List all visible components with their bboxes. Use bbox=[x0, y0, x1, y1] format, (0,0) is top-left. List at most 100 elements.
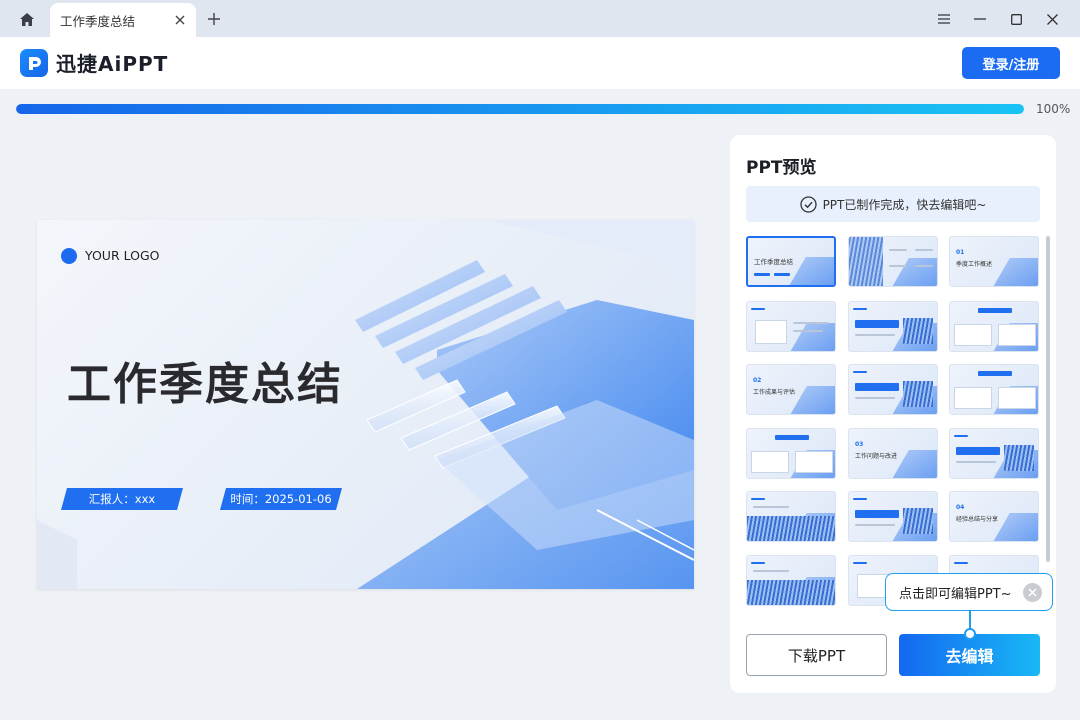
slide-thumbnail[interactable] bbox=[949, 428, 1039, 479]
thumbnail-bar bbox=[853, 371, 867, 373]
go-edit-button[interactable]: 去编辑 bbox=[899, 634, 1040, 676]
thumbnail-bar bbox=[855, 510, 899, 518]
thumbnail-grid: 工作季度总结 01 季度工作概述 02 工作成果与评估 03 工作问题与改进 04 经验总结与分… bbox=[746, 236, 1040, 606]
progress-percent: 100% bbox=[1036, 102, 1071, 116]
notice-text: PPT已制作完成，快去编辑吧~ bbox=[822, 197, 987, 212]
thumbnail-line bbox=[855, 524, 895, 526]
thumbnail-line bbox=[793, 322, 829, 324]
minimize-icon bbox=[974, 18, 986, 20]
thumbnail-line bbox=[889, 265, 907, 267]
slide-thumbnail[interactable] bbox=[746, 301, 836, 352]
maximize-button[interactable] bbox=[1006, 9, 1026, 29]
progress-bar bbox=[16, 104, 1024, 114]
thumbnail-decoration bbox=[889, 258, 937, 286]
thumbnail-title: 经验总结与分享 bbox=[956, 516, 999, 523]
home-button[interactable] bbox=[14, 9, 40, 29]
slide-thumbnail[interactable] bbox=[848, 301, 938, 352]
slide-reporter-tag: 汇报人：xxx bbox=[61, 488, 183, 510]
slide-preview[interactable]: YOUR LOGO 工作季度总结 汇报人：xxx 时间：2025-01-06 bbox=[37, 220, 694, 589]
thumbnail-box bbox=[998, 387, 1036, 409]
slide-thumbnail[interactable]: 04 经验总结与分享 bbox=[949, 491, 1039, 542]
home-icon bbox=[20, 12, 34, 26]
slide-thumbnail[interactable]: 03 工作问题与改进 bbox=[848, 428, 938, 479]
thumbnail-bar bbox=[754, 273, 770, 276]
logo-icon bbox=[20, 48, 48, 77]
maximize-icon bbox=[1010, 13, 1022, 25]
close-window-button[interactable] bbox=[1042, 9, 1062, 29]
thumbnail-bar bbox=[751, 562, 765, 564]
thumbnail-number: 03 bbox=[855, 441, 864, 448]
app-header: 迅捷AiPPT 登录/注册 bbox=[0, 37, 1080, 89]
thumbnail-bar bbox=[855, 320, 899, 328]
thumbnail-image bbox=[903, 508, 933, 534]
slide-logo-icon bbox=[61, 248, 77, 264]
title-bar: 工作季度总结 bbox=[0, 0, 1080, 37]
thumbnail-bar bbox=[956, 447, 1000, 455]
thumbnail-number: 04 bbox=[956, 504, 965, 511]
thumbnail-bar bbox=[751, 498, 765, 500]
slide-thumbnail[interactable] bbox=[949, 364, 1039, 415]
thumbnail-decoration bbox=[786, 257, 834, 285]
slide-thumbnail[interactable] bbox=[949, 301, 1039, 352]
minimize-button[interactable] bbox=[970, 9, 990, 29]
login-register-button[interactable]: 登录/注册 bbox=[962, 47, 1060, 79]
close-icon bbox=[175, 15, 185, 25]
app-logo[interactable]: 迅捷AiPPT bbox=[20, 48, 168, 77]
slide-thumbnail[interactable] bbox=[848, 364, 938, 415]
tooltip-close-button[interactable] bbox=[1023, 583, 1042, 602]
thumbnail-box bbox=[998, 324, 1036, 346]
thumbnail-bar bbox=[978, 371, 1012, 376]
slide-thumbnail[interactable]: 工作季度总结 bbox=[746, 236, 836, 287]
thumbnail-scrollbar[interactable] bbox=[1046, 236, 1050, 562]
close-icon bbox=[1046, 13, 1058, 25]
thumbnail-line bbox=[753, 570, 789, 572]
thumbnail-image bbox=[1004, 445, 1034, 471]
thumbnail-decoration bbox=[787, 323, 835, 351]
slide-thumbnail[interactable] bbox=[848, 491, 938, 542]
slide-thumbnail[interactable] bbox=[746, 555, 836, 606]
thumbnail-box bbox=[795, 451, 833, 473]
thumbnail-title: 季度工作概述 bbox=[956, 261, 993, 268]
thumbnail-bar bbox=[751, 308, 765, 310]
thumbnail-line bbox=[889, 249, 907, 251]
thumbnail-line bbox=[855, 334, 895, 336]
tab-active[interactable]: 工作季度总结 bbox=[50, 3, 196, 37]
download-ppt-button[interactable]: 下载PPT bbox=[746, 634, 887, 676]
tab-close-button[interactable] bbox=[172, 12, 188, 28]
thumbnail-bar bbox=[855, 383, 899, 391]
thumbnail-bar bbox=[954, 562, 968, 564]
thumbnail-number: 01 bbox=[956, 249, 965, 256]
new-tab-button[interactable] bbox=[204, 9, 224, 29]
menu-button[interactable] bbox=[934, 9, 954, 29]
slide-thumbnail[interactable] bbox=[746, 491, 836, 542]
slide-date-tag: 时间：2025-01-06 bbox=[220, 488, 342, 510]
slide-thumbnail[interactable]: 01 季度工作概述 bbox=[949, 236, 1039, 287]
thumbnail-image bbox=[849, 237, 883, 286]
tab-title: 工作季度总结 bbox=[60, 13, 136, 29]
hamburger-icon bbox=[938, 14, 950, 24]
thumbnail-line bbox=[753, 506, 789, 508]
slide-thumbnail[interactable] bbox=[746, 428, 836, 479]
thumbnail-bar bbox=[853, 308, 867, 310]
thumbnail-number: 02 bbox=[753, 377, 762, 384]
panel-title: PPT预览 bbox=[746, 158, 817, 178]
plus-icon bbox=[208, 13, 220, 25]
slide-title: 工作季度总结 bbox=[67, 359, 343, 410]
thumbnail-bar bbox=[775, 435, 809, 440]
thumbnail-title: 工作季度总结 bbox=[754, 258, 793, 266]
thumbnail-line bbox=[855, 397, 895, 399]
thumbnail-line bbox=[915, 249, 933, 251]
thumbnail-image bbox=[747, 580, 835, 605]
thumbnail-title: 工作问题与改进 bbox=[855, 453, 898, 460]
slide-thumbnail[interactable] bbox=[848, 236, 938, 287]
tooltip-text: 点击即可编辑PPT~ bbox=[899, 586, 1012, 602]
thumbnail-box bbox=[954, 387, 992, 409]
tooltip-stem bbox=[969, 611, 971, 629]
thumbnail-bar bbox=[774, 273, 790, 276]
edit-tooltip: 点击即可编辑PPT~ bbox=[885, 573, 1053, 611]
slide-thumbnail[interactable]: 02 工作成果与评估 bbox=[746, 364, 836, 415]
thumbnail-decoration bbox=[990, 258, 1038, 286]
thumbnail-bar bbox=[853, 498, 867, 500]
thumbnail-line bbox=[956, 461, 996, 463]
thumbnail-image bbox=[903, 318, 933, 344]
